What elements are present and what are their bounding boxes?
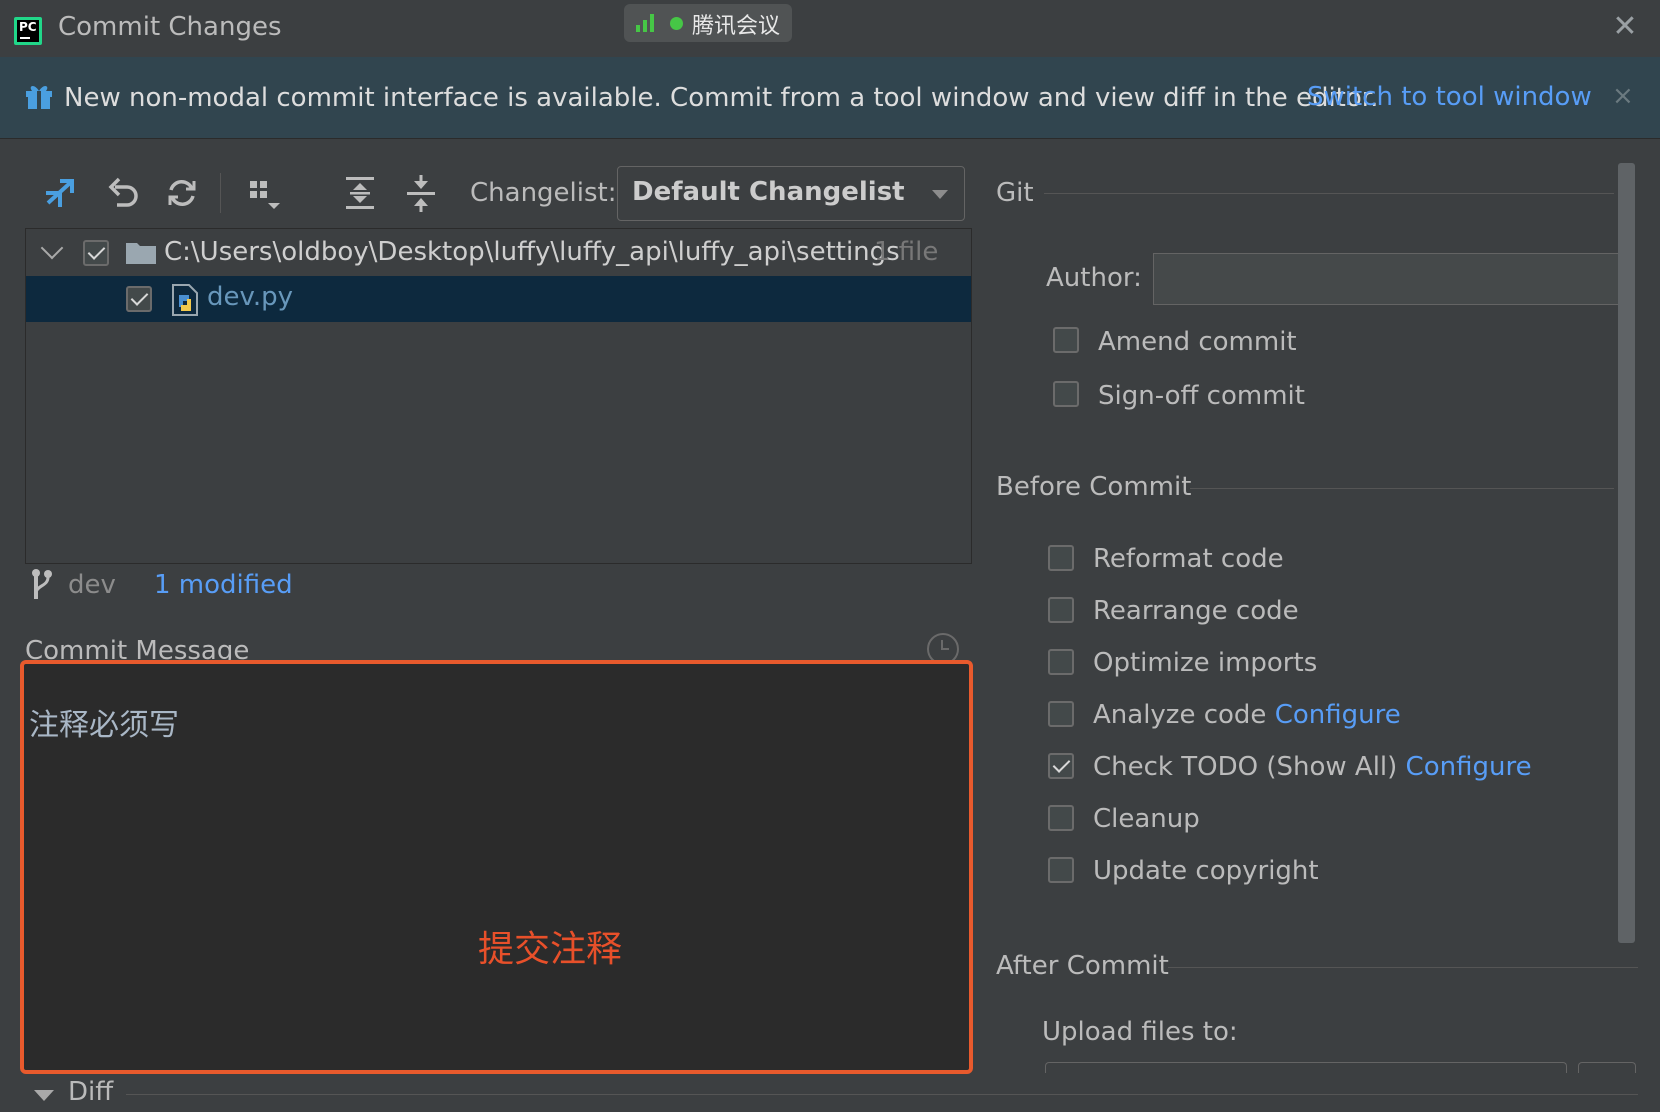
notification-banner: New non-modal commit interface is availa… [0, 57, 1660, 139]
git-divider [1044, 193, 1614, 194]
changelist-label: Changelist: [470, 178, 617, 208]
file-checkbox[interactable] [126, 286, 152, 312]
update-copyright-checkbox[interactable] [1048, 857, 1074, 883]
banner-text: New non-modal commit interface is availa… [64, 83, 1379, 113]
folder-checkbox[interactable] [83, 240, 109, 266]
analyze-code-checkbox[interactable] [1048, 701, 1074, 727]
amend-commit-label[interactable]: Amend commit [1098, 327, 1297, 357]
banner-close-icon[interactable]: × [1612, 81, 1634, 111]
pycharm-logo-icon: PC [14, 17, 42, 45]
changes-tree: C:\Users\oldboy\Desktop\luffy\luffy_api\… [25, 228, 972, 564]
after-commit-title: After Commit [996, 951, 1169, 981]
cleanup-label[interactable]: Cleanup [1093, 804, 1200, 834]
before-commit-title: Before Commit [996, 472, 1192, 502]
before-commit-divider [1190, 488, 1614, 489]
refresh-icon[interactable] [162, 173, 202, 213]
check-todo-label[interactable]: Check TODO (Show All) [1093, 752, 1397, 782]
scrollbar[interactable] [1618, 163, 1635, 943]
python-file-icon [172, 284, 198, 316]
meeting-indicator[interactable]: 腾讯会议 [624, 4, 792, 42]
branch-icon [32, 569, 52, 599]
chevron-down-icon[interactable] [40, 236, 64, 260]
toolbar-separator [220, 173, 221, 213]
compare-icon[interactable] [40, 173, 80, 213]
sign-off-commit-checkbox[interactable] [1053, 381, 1079, 407]
author-input[interactable] [1153, 253, 1627, 305]
meeting-label: 腾讯会议 [692, 14, 781, 39]
check-todo-checkbox[interactable] [1048, 753, 1074, 779]
diff-label[interactable]: Diff [68, 1077, 113, 1107]
reformat-code-checkbox[interactable] [1048, 545, 1074, 571]
cleanup-checkbox[interactable] [1048, 805, 1074, 831]
rearrange-code-checkbox[interactable] [1048, 597, 1074, 623]
optimize-imports-checkbox[interactable] [1048, 649, 1074, 675]
author-label: Author: [1046, 263, 1142, 293]
gift-icon [26, 86, 52, 109]
sign-off-commit-label[interactable]: Sign-off commit [1098, 381, 1305, 411]
check-todo-option: Check TODO (Show All) Configure [1093, 752, 1532, 782]
branch-name: dev [68, 570, 116, 600]
signal-bars-icon [636, 14, 658, 32]
rollback-icon[interactable] [103, 173, 143, 213]
update-copyright-label[interactable]: Update copyright [1093, 856, 1319, 886]
annotation-label: 提交注释 [478, 929, 623, 970]
rearrange-code-label[interactable]: Rearrange code [1093, 596, 1299, 626]
diff-divider [126, 1094, 1638, 1095]
switch-to-tool-window-link[interactable]: Switch to tool window [1307, 82, 1592, 112]
file-name[interactable]: dev.py [207, 282, 293, 312]
amend-commit-checkbox[interactable] [1053, 327, 1079, 353]
status-dot-icon [670, 17, 683, 30]
chevron-down-icon [932, 190, 948, 199]
window-title: Commit Changes [58, 12, 282, 42]
diff-expand-icon[interactable] [34, 1090, 54, 1101]
after-commit-divider [1168, 967, 1638, 968]
analyze-code-option: Analyze code Configure [1093, 700, 1401, 730]
tree-row-folder[interactable]: C:\Users\oldboy\Desktop\luffy\luffy_api\… [26, 230, 971, 276]
optimize-imports-label[interactable]: Optimize imports [1093, 648, 1317, 678]
upload-config-button[interactable] [1578, 1062, 1636, 1073]
reformat-code-label[interactable]: Reformat code [1093, 544, 1284, 574]
check-todo-configure-link[interactable]: Configure [1406, 752, 1532, 782]
collapse-all-icon[interactable] [401, 173, 441, 213]
expand-all-icon[interactable] [340, 173, 380, 213]
commit-message-field[interactable]: 注释必须写 提交注释 [20, 660, 973, 1074]
tree-row-file[interactable]: dev.py [26, 276, 971, 322]
analyze-code-label[interactable]: Analyze code [1093, 700, 1266, 730]
close-icon[interactable]: ✕ [1608, 10, 1642, 44]
file-count: 1 file [874, 237, 939, 267]
group-by-icon[interactable] [244, 173, 284, 213]
changelist-value: Default Changelist [632, 177, 905, 207]
commit-message-text: 注释必须写 [29, 708, 179, 743]
folder-path: C:\Users\oldboy\Desktop\luffy\luffy_api\… [164, 237, 900, 267]
modified-link[interactable]: 1 modified [154, 570, 293, 600]
upload-server-select[interactable] [1045, 1062, 1567, 1073]
analyze-configure-link[interactable]: Configure [1275, 700, 1401, 730]
folder-icon [126, 243, 156, 264]
changelist-select[interactable]: Default Changelist [617, 166, 965, 221]
upload-files-label: Upload files to: [1042, 1017, 1238, 1047]
git-section-title: Git [996, 178, 1034, 208]
